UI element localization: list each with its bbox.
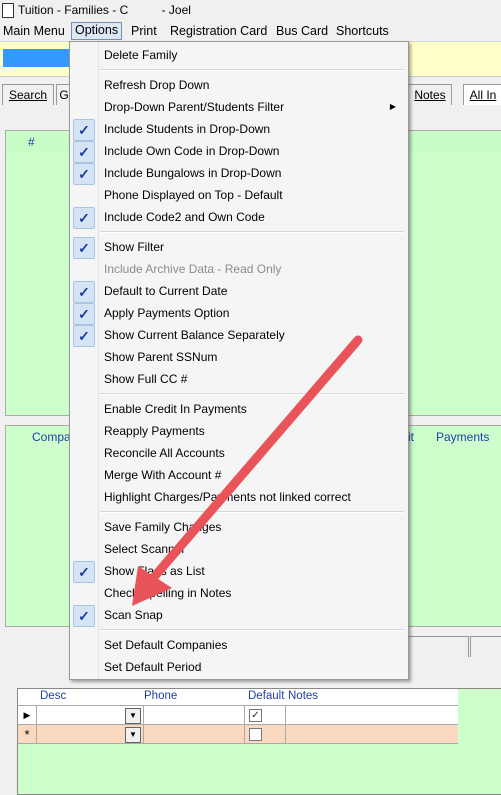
arrow-head [132,566,172,606]
arrow-shaft [143,335,363,589]
annotation-arrow [132,335,363,606]
